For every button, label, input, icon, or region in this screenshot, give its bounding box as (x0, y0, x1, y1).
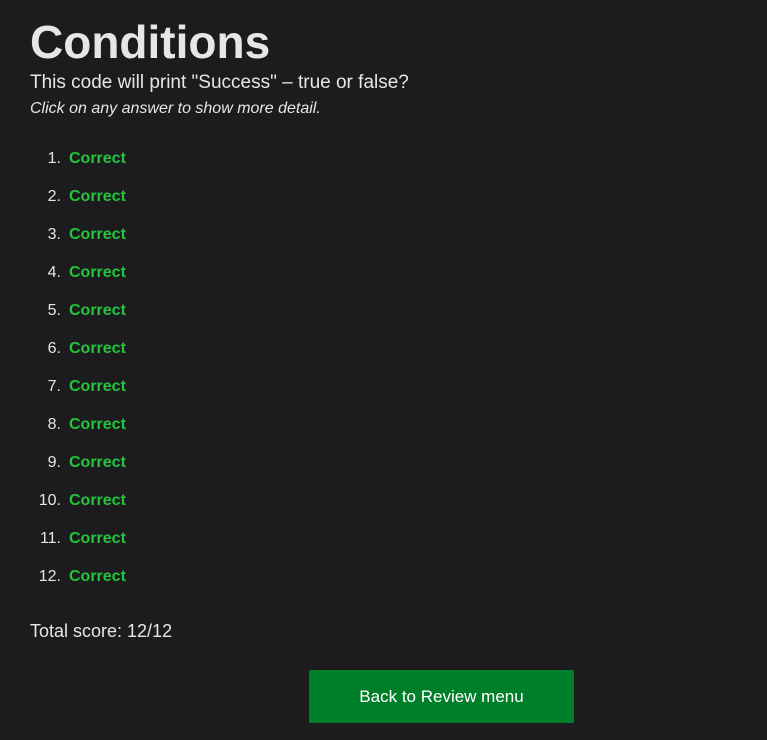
answer-list: 1. Correct 2. Correct 3. Correct 4. Corr… (30, 140, 126, 596)
answer-number: 9. (47, 454, 61, 471)
answer-number: 3. (47, 226, 61, 243)
back-to-review-button[interactable]: Back to Review menu (309, 670, 574, 723)
answer-number: 6. (47, 340, 61, 357)
answer-result[interactable]: Correct (69, 264, 126, 282)
answer-result[interactable]: Correct (69, 492, 126, 510)
answer-number: 10. (38, 492, 61, 509)
answer-result[interactable]: Correct (69, 416, 126, 434)
answer-result[interactable]: Correct (69, 226, 126, 244)
answer-item-2[interactable]: 2. Correct (30, 178, 126, 216)
answer-result[interactable]: Correct (69, 188, 126, 206)
answer-result[interactable]: Correct (69, 302, 126, 320)
answer-number: 5. (47, 302, 61, 319)
answer-result[interactable]: Correct (69, 454, 126, 472)
answer-item-5[interactable]: 5. Correct (30, 292, 126, 330)
answer-number: 1. (47, 150, 61, 167)
question-prompt: This code will print "Success" – true or… (30, 72, 409, 93)
page-title: Conditions (30, 16, 271, 68)
answer-item-7[interactable]: 7. Correct (30, 368, 126, 406)
answer-number: 2. (47, 188, 61, 205)
answer-number: 7. (47, 378, 61, 395)
answer-number: 12. (38, 568, 61, 585)
answer-item-6[interactable]: 6. Correct (30, 330, 126, 368)
answer-item-3[interactable]: 3. Correct (30, 216, 126, 254)
answer-number: 8. (47, 416, 61, 433)
answer-item-9[interactable]: 9. Correct (30, 444, 126, 482)
total-score: Total score: 12/12 (30, 621, 173, 641)
answer-item-11[interactable]: 11. Correct (30, 520, 126, 558)
answer-item-4[interactable]: 4. Correct (30, 254, 126, 292)
results-page: Conditions This code will print "Success… (30, 0, 767, 740)
answer-item-8[interactable]: 8. Correct (30, 406, 126, 444)
answer-result[interactable]: Correct (69, 340, 126, 358)
answer-item-12[interactable]: 12. Correct (30, 558, 126, 596)
answer-number: 11. (39, 530, 61, 547)
answer-item-10[interactable]: 10. Correct (30, 482, 126, 520)
detail-hint: Click on any answer to show more detail. (30, 100, 321, 117)
answer-result[interactable]: Correct (69, 378, 126, 396)
answer-result[interactable]: Correct (69, 150, 126, 168)
answer-result[interactable]: Correct (69, 568, 126, 586)
answer-item-1[interactable]: 1. Correct (30, 140, 126, 178)
answer-result[interactable]: Correct (69, 530, 126, 548)
answer-number: 4. (47, 264, 61, 281)
